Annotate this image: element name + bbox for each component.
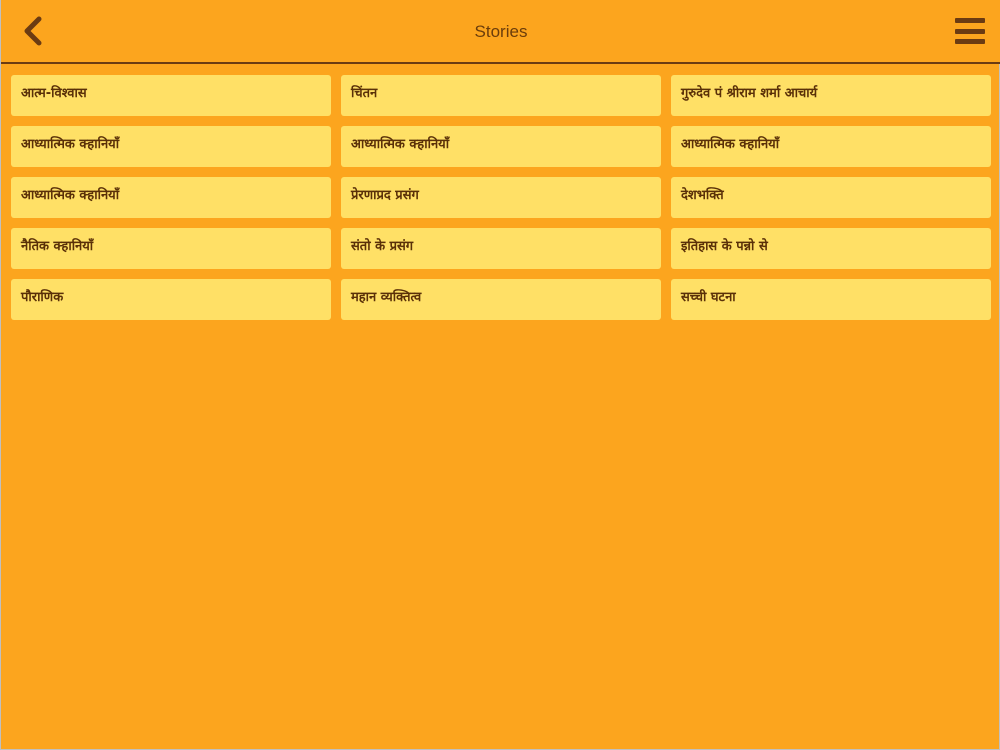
page-title: Stories: [474, 22, 528, 41]
category-card[interactable]: आध्यात्मिक क्हानियाँ: [671, 126, 991, 167]
category-card[interactable]: चिंतन: [341, 75, 661, 116]
category-card[interactable]: आध्यात्मिक क्हानियाँ: [341, 126, 661, 167]
category-card[interactable]: पौराणिक: [11, 279, 331, 320]
category-card[interactable]: आत्म-विश्वास: [11, 75, 331, 116]
category-card[interactable]: आध्यात्मिक क्हानियाँ: [11, 126, 331, 167]
menu-button[interactable]: [955, 15, 987, 47]
category-card[interactable]: नैतिक क्हानियाँ: [11, 228, 331, 269]
category-card[interactable]: गुरुदेव पं श्रीराम शर्मा आचार्य: [671, 75, 991, 116]
navigation-bar: Stories: [1, 0, 1000, 64]
category-card[interactable]: आध्यात्मिक क्हानियाँ: [11, 177, 331, 218]
back-button[interactable]: [15, 12, 51, 50]
hamburger-menu-icon: [955, 18, 985, 23]
category-card[interactable]: देशभक्ति: [671, 177, 991, 218]
category-grid: आत्म-विश्वास चिंतन गुरुदेव पं श्रीराम शर…: [11, 75, 991, 320]
chevron-left-icon: [24, 16, 42, 46]
category-card[interactable]: प्रेरणाप्रद प्रसंग: [341, 177, 661, 218]
category-card[interactable]: इतिहास के पन्नो से: [671, 228, 991, 269]
category-card[interactable]: सच्ची घटना: [671, 279, 991, 320]
category-card[interactable]: संतो के प्रसंग: [341, 228, 661, 269]
category-card[interactable]: महान व्यक्तित्व: [341, 279, 661, 320]
